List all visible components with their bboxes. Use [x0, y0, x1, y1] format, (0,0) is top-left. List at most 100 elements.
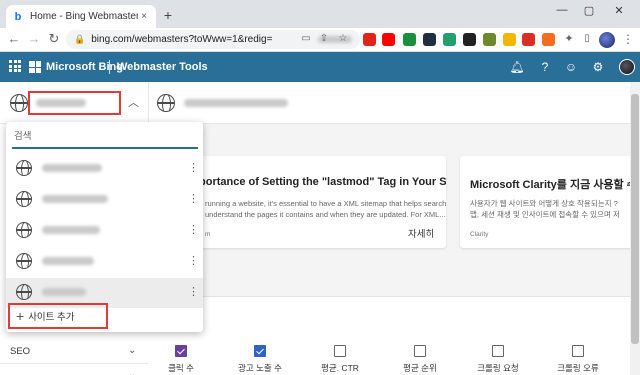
metric-label: 광고 노출 수: [238, 363, 282, 373]
add-site-button[interactable]: + 사이트 추가: [8, 303, 108, 329]
metric-toggle[interactable]: 클릭 수: [161, 345, 201, 374]
site-dropdown: ⋮ ⋮ ⋮ ⋮ ⋮ + 사이트 추가: [6, 122, 203, 332]
card-body-line: running a website, it's essential to hav…: [205, 199, 446, 208]
card-source: m: [205, 231, 211, 238]
ext-orange-icon[interactable]: [542, 33, 555, 46]
tab-title: Home - Bing Webmaster Tools: [30, 11, 138, 22]
more-options-icon[interactable]: ⋮: [188, 192, 199, 206]
metric-toggle[interactable]: 광고 노출 수: [238, 345, 282, 374]
card-title: Microsoft Clarity를 지금 사용할 수 있습니다: [470, 179, 632, 191]
metric-label: 클릭 수: [168, 363, 194, 373]
globe-icon: [16, 160, 32, 176]
metric-checkbox[interactable]: [572, 345, 584, 357]
address-bar[interactable]: 🔒 bing.com/webmasters?toWww=1&redig=: [66, 30, 360, 49]
site-list-item[interactable]: ⋮: [6, 247, 203, 277]
url-text: bing.com/webmasters?toWww=1&redig=: [91, 34, 273, 45]
site-selector[interactable]: [28, 91, 121, 115]
chevron-up-icon[interactable]: ︿: [128, 94, 139, 110]
globe-icon: [16, 284, 32, 300]
close-window-button[interactable]: ✕: [610, 4, 628, 17]
metric-toggle[interactable]: 평균. CTR: [320, 345, 360, 374]
ext-yellow-icon[interactable]: [503, 33, 516, 46]
card-source: Clarity: [470, 231, 489, 238]
divider: [148, 82, 149, 124]
blurred-site-name: [42, 195, 108, 203]
card-body-line: 맵, 세션 재생 및 인사이트에 접속할 수 있으며 저: [470, 210, 620, 219]
globe-icon: [16, 222, 32, 238]
youtube-icon[interactable]: [382, 33, 395, 46]
extensions-puzzle-icon[interactable]: ✦: [563, 33, 575, 45]
reload-icon[interactable]: ↻: [46, 31, 62, 47]
user-avatar[interactable]: [619, 59, 635, 75]
profile-avatar[interactable]: [599, 32, 615, 48]
metric-checkbox[interactable]: [254, 345, 266, 357]
article-card-clarity[interactable]: Microsoft Clarity를 지금 사용할 수 있습니다 사용자가 웹 …: [460, 156, 632, 248]
forward-icon[interactable]: →: [26, 31, 42, 47]
brand-name[interactable]: Microsoft Bing: [46, 61, 123, 73]
more-options-icon[interactable]: ⋮: [188, 254, 199, 268]
site-list-item[interactable]: ⋮: [6, 216, 203, 246]
metric-checkbox[interactable]: [492, 345, 504, 357]
blurred-site-name: [42, 257, 94, 265]
scrollbar-thumb[interactable]: [631, 94, 639, 344]
opera-icon[interactable]: [363, 33, 376, 46]
metric-toggle[interactable]: 평균 순위: [400, 345, 440, 374]
add-site-label: 사이트 추가: [28, 312, 75, 323]
site-list-item[interactable]: ⋮: [6, 185, 203, 215]
help-icon[interactable]: ?: [537, 59, 553, 75]
notification-bell-icon[interactable]: 🔔︎: [509, 59, 525, 75]
ext-black-icon[interactable]: [463, 33, 476, 46]
app-launcher-icon[interactable]: [9, 60, 21, 72]
metric-toggle[interactable]: 크롤링 오류: [557, 345, 599, 374]
globe-icon: [10, 94, 28, 112]
plus-icon: +: [16, 308, 25, 324]
nav-label: SEO: [10, 346, 31, 357]
metric-checkbox[interactable]: [334, 345, 346, 357]
lock-icon: 🔒: [74, 34, 86, 44]
site-globe-icon: [157, 94, 175, 112]
card-body-line: 사용자가 웹 사이트와 어떻게 상호 작용되는지 ?: [470, 199, 618, 208]
app-header: Microsoft Bing Webmaster Tools 🔔︎ ? ☺ ⚙: [0, 52, 640, 82]
chevron-down-icon: ⌄: [128, 345, 137, 356]
side-panel-icon[interactable]: ▯: [581, 33, 593, 45]
microsoft-logo-icon: [29, 61, 41, 73]
metric-toggle[interactable]: 크롤링 요청: [477, 345, 519, 374]
nav-item-next[interactable]: ⌄: [0, 366, 148, 375]
maximize-button[interactable]: ▢: [580, 4, 598, 17]
blurred-site-name: [42, 226, 100, 234]
cast-icon[interactable]: ▭: [300, 33, 312, 45]
site-list-item[interactable]: ⋮: [6, 154, 203, 184]
blurred-site-name: [36, 99, 86, 107]
ext-green2-icon[interactable]: [443, 33, 456, 46]
minimize-button[interactable]: —: [553, 4, 571, 16]
ext-red-icon[interactable]: [522, 33, 535, 46]
metric-label: 크롤링 오류: [557, 363, 599, 373]
card-title: portance of Setting the "lastmod" Tag in…: [199, 176, 446, 188]
card-more-link[interactable]: 자세히: [408, 226, 434, 240]
metric-checkbox[interactable]: [175, 345, 187, 357]
ext-dark-icon[interactable]: [423, 33, 436, 46]
metric-checkbox[interactable]: [414, 345, 426, 357]
settings-gear-icon[interactable]: ⚙: [590, 59, 606, 75]
nav-item-seo[interactable]: SEO ⌄: [0, 342, 148, 364]
ext-green-icon[interactable]: [403, 33, 416, 46]
metric-label: 크롤링 요청: [477, 363, 519, 373]
feedback-smiley-icon[interactable]: ☺: [563, 59, 579, 75]
more-options-icon[interactable]: ⋮: [188, 161, 199, 175]
more-options-icon[interactable]: ⋮: [188, 223, 199, 237]
bing-favicon-icon: b: [14, 10, 22, 23]
site-search: [12, 127, 198, 149]
bookmark-star-icon[interactable]: ☆: [337, 33, 349, 45]
browser-menu-icon[interactable]: ⋮: [622, 32, 634, 46]
product-name[interactable]: Webmaster Tools: [117, 61, 208, 73]
back-icon[interactable]: ←: [6, 31, 22, 47]
more-options-icon[interactable]: ⋮: [188, 285, 199, 299]
browser-tab[interactable]: b Home - Bing Webmaster Tools ×: [6, 5, 156, 28]
chevron-down-icon: ⌄: [128, 369, 137, 375]
site-selector-row: ︿: [0, 82, 640, 124]
ext-olive-icon[interactable]: [483, 33, 496, 46]
new-tab-button[interactable]: +: [160, 7, 176, 23]
site-search-input[interactable]: [12, 127, 198, 145]
share-icon[interactable]: ⇪: [318, 33, 330, 45]
tab-close-icon[interactable]: ×: [138, 11, 150, 22]
